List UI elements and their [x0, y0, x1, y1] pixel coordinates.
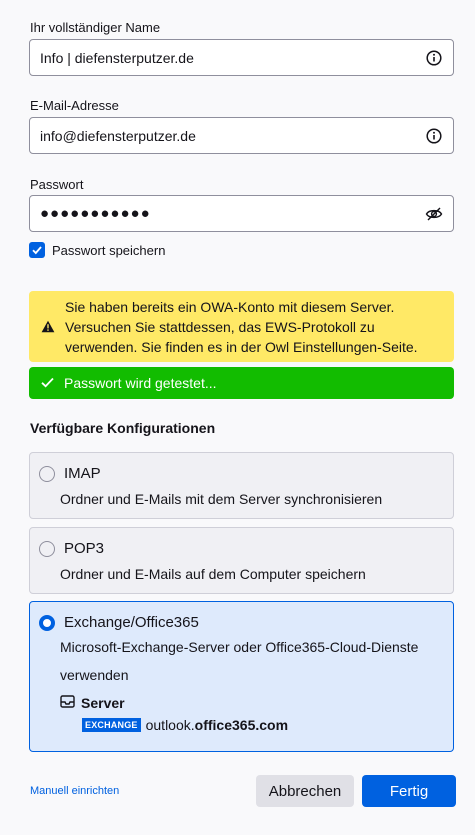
email-label: E-Mail-Adresse [30, 98, 119, 113]
host-prefix: outlook. [145, 717, 195, 733]
host-domain: office365.com [194, 717, 289, 733]
config-option-description: Ordner und E-Mails mit dem Server synchr… [60, 491, 383, 507]
email-input-value[interactable]: info@diefensterputzer.de [40, 128, 425, 144]
imap-radio[interactable] [39, 465, 55, 482]
server-label: Server [81, 695, 125, 711]
remember-password-label: Passwort speichern [52, 242, 166, 258]
checkmark-icon [41, 375, 54, 391]
password-input-value[interactable]: ●●●●●●●●●●● [40, 205, 425, 222]
warning-text: Sie haben bereits ein OWA-Konto mit dies… [65, 298, 418, 355]
cancel-button[interactable]: Abbrechen [256, 775, 354, 807]
email-input[interactable]: info@diefensterputzer.de [29, 117, 454, 154]
info-icon[interactable] [425, 127, 443, 145]
password-input[interactable]: ●●●●●●●●●●● [29, 195, 454, 232]
protocol-badge: EXCHANGE [82, 718, 141, 732]
status-banner: Passwort wird getestet... [29, 367, 454, 399]
pop3-radio[interactable] [39, 540, 55, 557]
name-input[interactable]: Info | diefensterputzer.de [29, 39, 454, 76]
inbox-icon [60, 695, 75, 711]
warning-banner: Sie haben bereits ein OWA-Konto mit dies… [29, 291, 454, 362]
warning-icon [41, 320, 57, 333]
exchange-radio[interactable] [39, 614, 55, 631]
config-option-name: Exchange/Office365 [64, 614, 199, 631]
config-option-exchange[interactable]: Exchange/Office365 Microsoft-Exchange-Se… [29, 601, 454, 752]
name-input-value[interactable]: Info | diefensterputzer.de [40, 50, 425, 66]
config-option-imap[interactable]: IMAP Ordner und E-Mails mit dem Server s… [29, 452, 454, 519]
eye-slash-icon[interactable] [425, 205, 443, 223]
configurations-title: Verfügbare Konfigurationen [30, 420, 216, 436]
config-option-name: IMAP [64, 465, 101, 482]
config-option-pop3[interactable]: POP3 Ordner und E-Mails auf dem Computer… [29, 527, 454, 594]
config-option-description: Ordner und E-Mails auf dem Computer spei… [60, 566, 366, 582]
password-label: Passwort [30, 177, 84, 192]
info-icon[interactable] [425, 49, 443, 67]
server-row: Server [60, 695, 125, 711]
manual-setup-link[interactable]: Manuell einrichten [30, 785, 119, 797]
remember-password-row[interactable]: Passwort speichern [29, 242, 165, 258]
config-option-description: Microsoft-Exchange-Server oder Office365… [60, 639, 419, 683]
host-row: EXCHANGE outlook.office365.com [82, 717, 288, 733]
name-label: Ihr vollständiger Name [30, 20, 161, 35]
done-button[interactable]: Fertig [362, 775, 456, 807]
status-text: Passwort wird getestet... [64, 375, 217, 391]
remember-password-checkbox[interactable] [29, 242, 45, 258]
config-option-name: POP3 [64, 540, 105, 557]
